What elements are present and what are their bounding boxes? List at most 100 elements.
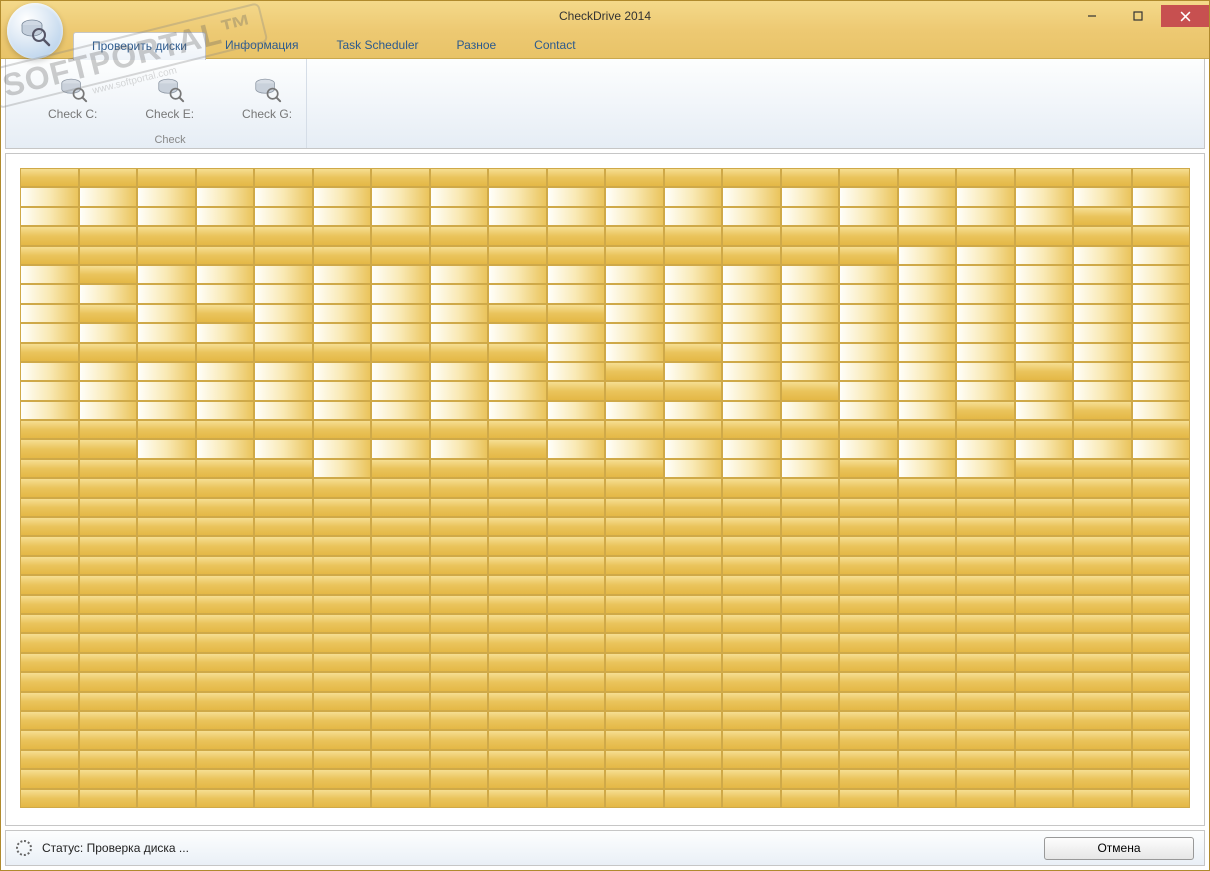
disk-block	[1015, 653, 1074, 672]
disk-block	[1132, 595, 1191, 614]
disk-block	[664, 304, 723, 323]
disk-block	[196, 187, 255, 206]
disk-block	[1073, 304, 1132, 323]
disk-block	[20, 498, 79, 517]
disk-block	[1015, 769, 1074, 788]
disk-block	[839, 750, 898, 769]
disk-block	[313, 323, 372, 342]
disk-block	[254, 536, 313, 555]
disk-block	[254, 692, 313, 711]
disk-block	[20, 381, 79, 400]
disk-block	[196, 304, 255, 323]
disk-block	[898, 362, 957, 381]
disk-block	[196, 362, 255, 381]
disk-block	[254, 304, 313, 323]
ribbon-tab-3[interactable]: Разное	[438, 31, 516, 59]
disk-block	[20, 692, 79, 711]
disk-block	[488, 633, 547, 652]
disk-block	[430, 536, 489, 555]
disk-block	[20, 401, 79, 420]
ribbon-item-1[interactable]: Check E:	[145, 73, 194, 121]
disk-block	[547, 343, 606, 362]
close-button[interactable]	[1161, 5, 1209, 27]
disk-block	[196, 226, 255, 245]
disk-block	[313, 207, 372, 226]
close-icon	[1180, 11, 1191, 22]
disk-block	[20, 420, 79, 439]
disk-block	[898, 401, 957, 420]
disk-block	[605, 730, 664, 749]
maximize-button[interactable]	[1115, 5, 1161, 27]
disk-block	[254, 362, 313, 381]
disk-block	[79, 633, 138, 652]
disk-block	[79, 789, 138, 808]
disk-block	[839, 517, 898, 536]
app-logo[interactable]	[7, 3, 63, 59]
disk-block	[137, 672, 196, 691]
ribbon-tab-2[interactable]: Task Scheduler	[318, 31, 438, 59]
disk-block	[605, 304, 664, 323]
disk-block	[371, 265, 430, 284]
disk-block	[1132, 187, 1191, 206]
disk-block	[956, 207, 1015, 226]
disk-block	[605, 633, 664, 652]
minimize-button[interactable]	[1069, 5, 1115, 27]
disk-block	[137, 246, 196, 265]
disk-block	[196, 459, 255, 478]
disk-block	[664, 401, 723, 420]
disk-block	[254, 381, 313, 400]
disk-block	[664, 730, 723, 749]
disk-block	[137, 711, 196, 730]
disk-block	[1132, 536, 1191, 555]
disk-block	[20, 575, 79, 594]
disk-block	[956, 323, 1015, 342]
disk-block	[313, 498, 372, 517]
disk-block	[898, 207, 957, 226]
disk-block	[79, 672, 138, 691]
disk-block	[1132, 401, 1191, 420]
disk-block	[547, 439, 606, 458]
disk-block	[196, 323, 255, 342]
ribbon-item-2[interactable]: Check G:	[242, 73, 292, 121]
disk-block	[430, 343, 489, 362]
disk-block	[898, 672, 957, 691]
disk-block	[371, 730, 430, 749]
disk-block	[196, 536, 255, 555]
disk-block	[664, 459, 723, 478]
disk-block	[1015, 284, 1074, 303]
ribbon-tab-4[interactable]: Contact	[515, 31, 594, 59]
disk-block	[196, 672, 255, 691]
disk-block	[20, 362, 79, 381]
disk-block	[430, 401, 489, 420]
disk-block	[371, 498, 430, 517]
disk-block	[430, 595, 489, 614]
disk-block	[1073, 536, 1132, 555]
disk-block	[547, 362, 606, 381]
ribbon-item-0[interactable]: Check C:	[48, 73, 97, 121]
disk-block	[371, 362, 430, 381]
ribbon-tab-1[interactable]: Информация	[206, 31, 317, 59]
disk-block	[664, 595, 723, 614]
disk-block	[196, 284, 255, 303]
disk-block	[1015, 246, 1074, 265]
cancel-button[interactable]: Отмена	[1044, 837, 1194, 860]
drive-check-icon	[154, 73, 186, 105]
disk-block	[839, 614, 898, 633]
disk-block	[722, 614, 781, 633]
disk-block	[898, 498, 957, 517]
disk-block	[371, 633, 430, 652]
disk-block	[1073, 692, 1132, 711]
disk-block	[1015, 498, 1074, 517]
disk-block	[371, 381, 430, 400]
disk-block	[839, 420, 898, 439]
disk-block	[196, 750, 255, 769]
disk-block	[722, 692, 781, 711]
disk-block	[1015, 459, 1074, 478]
disk-block	[898, 711, 957, 730]
disk-block	[371, 343, 430, 362]
disk-block	[1073, 343, 1132, 362]
disk-block	[430, 168, 489, 187]
disk-block	[839, 362, 898, 381]
disk-block	[1073, 246, 1132, 265]
ribbon-tab-0[interactable]: Проверить диски	[73, 32, 206, 60]
